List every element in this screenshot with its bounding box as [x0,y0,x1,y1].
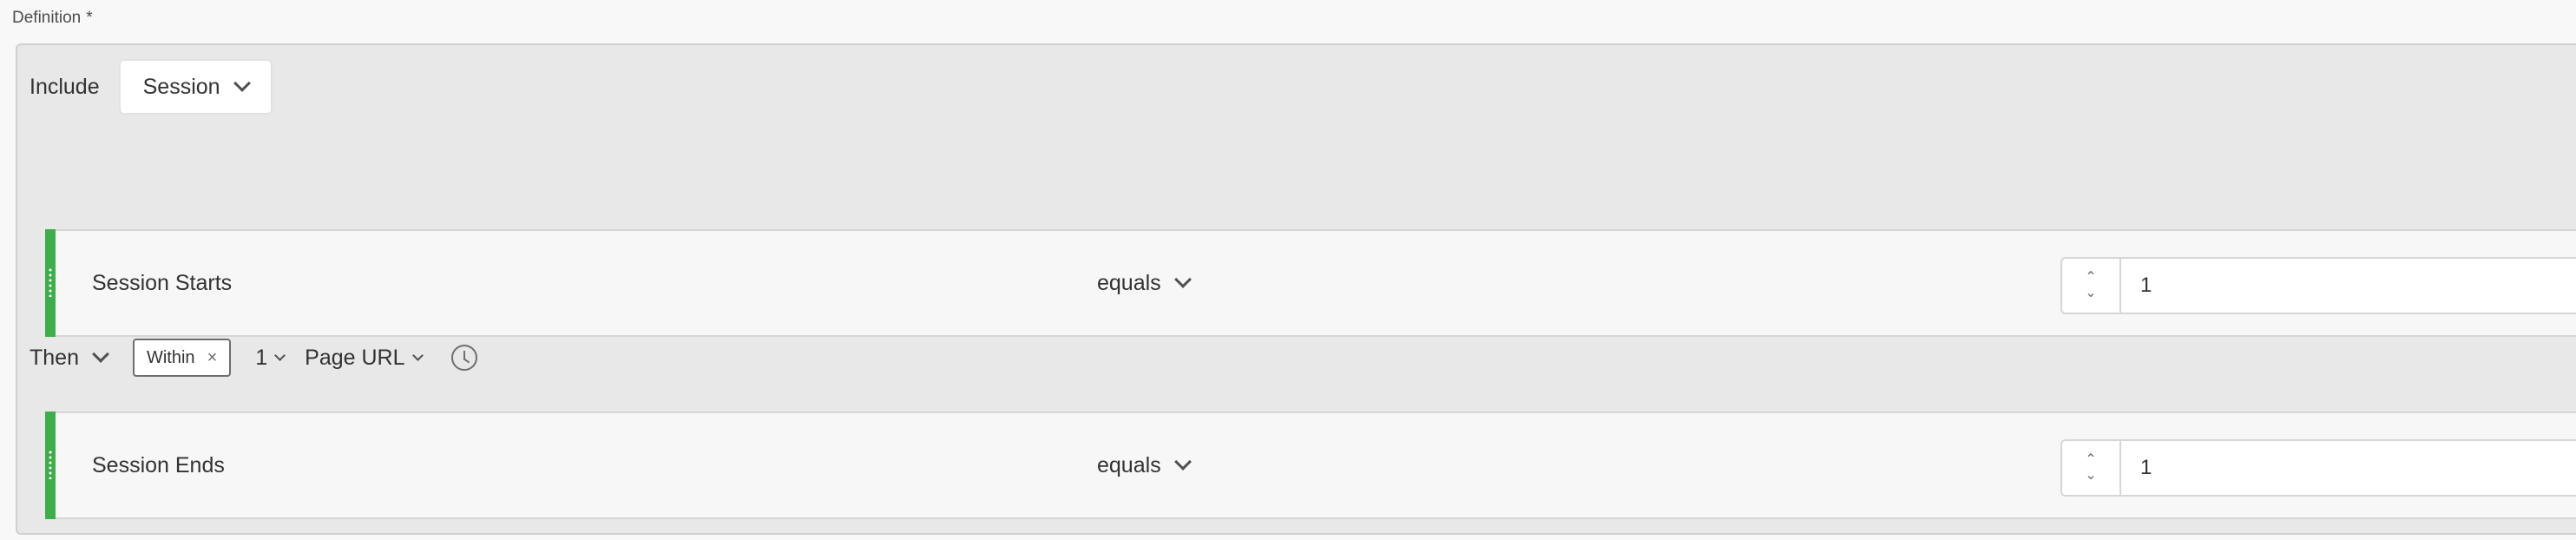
close-icon[interactable]: × [207,348,218,368]
value-stepper[interactable]: ⌃ ⌄ 1 [2060,439,2576,497]
then-dropdown[interactable]: Then [30,345,109,371]
value-stepper[interactable]: ⌃ ⌄ 1 [2060,257,2576,314]
chevron-down-icon [1173,271,1192,288]
chevron-down-icon [411,349,424,361]
sequence-then-row: Then Within × 1 Page URL [30,339,477,377]
within-unit-dropdown[interactable]: Page URL [305,345,424,371]
stepper-arrows[interactable]: ⌃ ⌄ [2062,259,2121,313]
operator-value: equals [1097,452,1161,477]
operator-dropdown[interactable]: equals [1097,231,1192,335]
chevron-down-icon[interactable]: ⌄ [2085,286,2096,301]
definition-label: Definition * [12,9,93,28]
clock-icon[interactable] [450,345,477,371]
chevron-down-icon[interactable]: ⌄ [2085,468,2096,484]
chevron-down-icon [233,75,251,92]
include-scope-dropdown[interactable]: Session [118,59,273,115]
definition-label-text: Definition [12,9,82,27]
stepper-arrows[interactable]: ⌃ ⌄ [2062,441,2121,495]
rule-dimension-label: Session Ends [92,453,225,477]
then-label: Then [30,345,79,370]
within-unit-value: Page URL [305,345,405,370]
within-tag-label: Within [146,347,195,367]
operator-dropdown[interactable]: equals [1097,413,1192,517]
drag-handle-icon[interactable] [45,229,56,337]
chevron-up-icon[interactable]: ⌃ [2085,270,2096,286]
include-scope-value: Session [142,74,220,99]
within-count-value: 1 [255,345,268,370]
include-row: Include Session [30,59,273,115]
drag-handle-icon[interactable] [45,412,56,519]
operator-value: equals [1097,270,1161,295]
chevron-up-icon[interactable]: ⌃ [2085,452,2096,468]
chevron-down-icon [1173,453,1192,471]
within-tag[interactable]: Within × [132,339,232,377]
stepper-value[interactable]: 1 [2121,259,2152,313]
chevron-down-icon [92,346,109,363]
rule-dimension-label: Session Starts [92,271,233,295]
required-asterisk: * [86,9,93,27]
within-count-dropdown[interactable]: 1 [255,345,286,371]
chevron-down-icon [274,349,286,361]
include-label: Include [30,74,100,99]
stepper-value[interactable]: 1 [2121,441,2152,495]
